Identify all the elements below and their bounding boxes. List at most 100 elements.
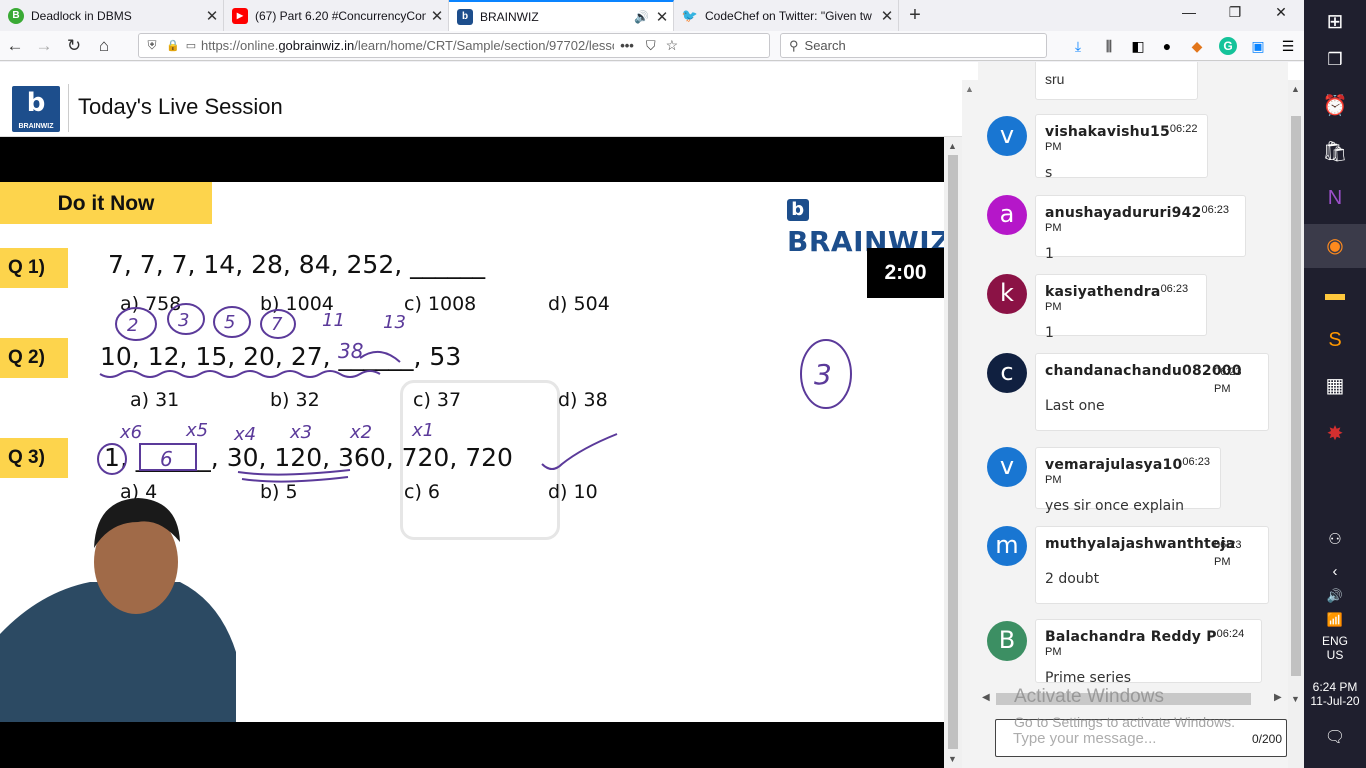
scrollbar-thumb[interactable] [1291, 116, 1301, 676]
language-code: ENG [1321, 634, 1348, 648]
chat-gutter: ▲ [962, 80, 978, 768]
close-tab-icon[interactable]: ✕ [876, 7, 898, 25]
video-player[interactable]: Do it Now bBRAINWIZ Q 1) 7, 7, 7, 14, 28… [0, 137, 944, 768]
chat-scrollbar[interactable]: ▲ ▼ [1288, 80, 1304, 768]
save-icon[interactable]: ▣ [1249, 37, 1267, 55]
back-icon[interactable]: ← [4, 35, 26, 57]
message-text: Last one [1045, 398, 1105, 414]
account-icon[interactable]: ● [1158, 37, 1176, 55]
search-placeholder: Search [804, 38, 846, 53]
permissions-icon[interactable]: ▭ [181, 39, 201, 52]
language-indicator[interactable]: ENG US [1304, 634, 1366, 662]
ink-wavy-underline [99, 370, 381, 378]
library-icon[interactable]: ⫼ [1100, 37, 1118, 55]
brainwiz-logo[interactable]: b BRAINWIZ [12, 86, 60, 132]
tab-youtube[interactable]: ▶ (67) Part 6.20 #ConcurrencyCon ✕ [224, 0, 449, 31]
notifications-icon[interactable]: 🗨 [1304, 716, 1366, 760]
tab-brainwiz[interactable]: b BRAINWIZ 🔊 ✕ [449, 0, 674, 31]
ink-text: 7 [271, 314, 283, 335]
task-view-icon[interactable]: ❒ [1304, 38, 1366, 82]
shield-icon[interactable]: ⛨ [139, 38, 165, 53]
ink-text: x5 [185, 420, 208, 441]
sidebar-icon[interactable]: ◧ [1129, 37, 1147, 55]
url-host: gobrainwiz.in [278, 38, 355, 53]
message-text: Prime series [1045, 670, 1132, 686]
username: muthyalajashwanthteja [1045, 536, 1236, 552]
lock-icon[interactable]: 🔒 [165, 39, 181, 52]
new-tab-button[interactable]: + [904, 4, 926, 27]
grammarly-icon[interactable]: G [1219, 37, 1237, 55]
page-scrollbar[interactable]: ▲ ▼ [944, 137, 962, 768]
username: vemarajulasya10 [1045, 457, 1183, 473]
chat-bubble: chandanachandu082000 06:23 PM Last one [1035, 353, 1269, 431]
tab-codechef[interactable]: 🐦 CodeChef on Twitter: "Given tw ✕ [674, 0, 899, 31]
presenter-silhouette [0, 498, 236, 722]
ink-check [541, 433, 618, 470]
download-icon[interactable]: ⤓ [1069, 37, 1087, 55]
speaker-icon[interactable]: 🔊 [634, 10, 649, 24]
header-divider [68, 84, 69, 132]
firefox-icon[interactable]: ◉ [1304, 224, 1366, 268]
avatar: k [987, 274, 1027, 314]
tab-deadlock[interactable]: B Deadlock in DBMS ✕ [0, 0, 224, 31]
avatar: c [987, 353, 1027, 393]
onenote-icon[interactable]: N [1304, 176, 1366, 220]
ink-text: x1 [411, 420, 434, 441]
app-icon[interactable]: ✸ [1304, 412, 1366, 456]
clock[interactable]: 6:24 PM 11-Jul-20 [1304, 680, 1366, 708]
scroll-up-icon[interactable]: ▲ [965, 84, 974, 94]
file-explorer-icon[interactable]: ▬ [1304, 272, 1366, 316]
forward-icon[interactable]: → [33, 35, 55, 57]
restore-button[interactable]: ❐ [1212, 4, 1258, 21]
close-tab-icon[interactable]: ✕ [651, 8, 673, 26]
scroll-down-icon[interactable]: ▼ [948, 754, 957, 764]
scroll-down-icon[interactable]: ▼ [1291, 694, 1300, 704]
message-time: 06:23 PM [1214, 366, 1242, 395]
ink-text: 6 [160, 447, 173, 471]
windows-taskbar: ⊞ ❒ ⏰ 🛍 N ◉ ▬ S ▦ ✸ ⚇ ‹ 🔊 📶 ENG US 6:24 … [1304, 0, 1366, 768]
menu-icon[interactable]: ☰ [1279, 37, 1297, 55]
bookmark-star-icon[interactable]: ☆ [666, 37, 679, 54]
scroll-left-icon[interactable]: ◀ [982, 692, 990, 703]
metamask-icon[interactable]: ◆ [1188, 37, 1206, 55]
chat-bubble: anushayadururi94206:23 PM 1 [1035, 195, 1246, 262]
alarms-icon[interactable]: ⏰ [1304, 84, 1366, 128]
username: chandanachandu082000 [1045, 363, 1242, 379]
scrollbar-thumb[interactable] [948, 155, 958, 749]
chat-bubble: kasiyathendra06:23 PM 1 [1035, 274, 1207, 341]
scroll-up-icon[interactable]: ▲ [1291, 84, 1300, 94]
message-text: yes sir once explain [1045, 498, 1185, 514]
close-tab-icon[interactable]: ✕ [426, 7, 448, 25]
page-actions-icon[interactable]: ••• [620, 38, 634, 53]
minimize-button[interactable]: — [1166, 4, 1212, 20]
home-icon[interactable]: ⌂ [93, 35, 115, 57]
pocket-icon[interactable]: ⛉ [646, 38, 656, 54]
url-prefix: https://online. [201, 38, 279, 53]
activate-windows-title: Activate Windows [1014, 686, 1164, 707]
ink-text: 3 [814, 358, 832, 391]
scroll-up-icon[interactable]: ▲ [948, 141, 957, 151]
message-text: 1 [1045, 246, 1054, 262]
store-icon[interactable]: 🛍 [1304, 130, 1366, 174]
region-code: US [1326, 648, 1344, 662]
logo-text: BRAINWIZ [12, 123, 60, 130]
twitter-icon: 🐦 [681, 7, 699, 23]
ink-text: x6 [119, 422, 142, 443]
chat-bubble: vemarajulasya1006:23 PM yes sir once exp… [1035, 447, 1221, 514]
scroll-right-icon[interactable]: ▶ [1274, 692, 1282, 703]
chat-bubble: vishakavishu1506:22 PM s [1035, 114, 1208, 181]
ink-circle [97, 443, 127, 475]
calculator-icon[interactable]: ▦ [1304, 364, 1366, 408]
reload-icon[interactable]: ↻ [63, 35, 85, 57]
message-text: 2 doubt [1045, 571, 1100, 587]
tab-title: Deadlock in DBMS [31, 8, 132, 23]
ink-text: x4 [233, 424, 256, 445]
close-window-button[interactable]: ✕ [1258, 4, 1304, 21]
close-tab-icon[interactable]: ✕ [201, 7, 223, 25]
message-text: 1 [1045, 325, 1054, 341]
tab-title: (67) Part 6.20 #ConcurrencyCon [255, 8, 426, 23]
url-bar[interactable]: ⛨ 🔒 ▭ https://online. gobrainwiz.in/learn… [138, 33, 770, 58]
search-bar[interactable]: ⚲ Search [780, 33, 1047, 58]
video-slide: Do it Now bBRAINWIZ Q 1) 7, 7, 7, 14, 28… [0, 182, 944, 722]
sublime-text-icon[interactable]: S [1304, 318, 1366, 362]
